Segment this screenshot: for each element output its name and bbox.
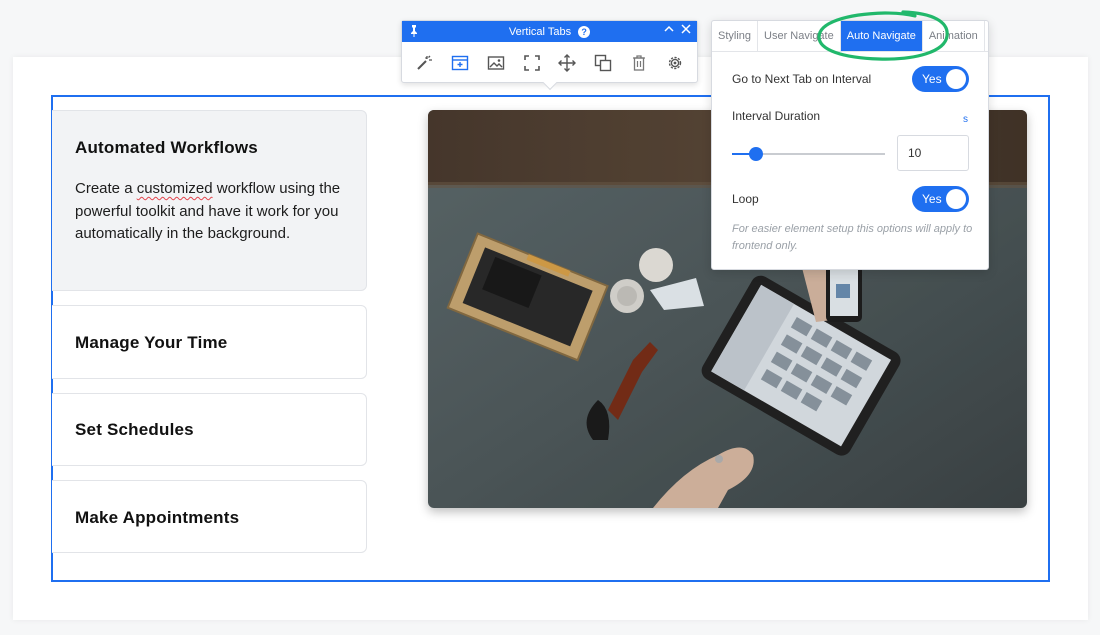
gear-icon[interactable] <box>664 52 686 74</box>
collapse-icon[interactable] <box>664 24 674 37</box>
interval-input[interactable] <box>897 135 969 171</box>
close-icon[interactable] <box>681 24 691 37</box>
toggle-text: Yes <box>922 192 942 206</box>
tab-animation[interactable]: Animation <box>923 21 985 51</box>
tab-title: Make Appointments <box>75 508 240 527</box>
tab-title: Automated Workflows <box>75 138 258 157</box>
toggle-text: Yes <box>922 72 942 86</box>
duplicate-icon[interactable] <box>592 52 614 74</box>
help-icon[interactable]: ? <box>578 25 591 38</box>
tab-automated-workflows[interactable]: Automated Workflows Create a customized … <box>52 110 367 291</box>
tab-styling[interactable]: Styling <box>712 21 759 51</box>
pin-icon[interactable] <box>409 25 419 40</box>
interval-label: Interval Duration <box>732 109 821 123</box>
frontend-note: For easier element setup this options wi… <box>732 223 973 252</box>
tab-description: Create a customized workflow using the p… <box>75 180 341 242</box>
next-tab-label: Go to Next Tab on Interval <box>732 72 872 86</box>
add-tab-icon[interactable] <box>449 52 471 74</box>
fullscreen-icon[interactable] <box>521 52 543 74</box>
magic-wand-icon[interactable] <box>413 52 435 74</box>
interval-unit[interactable]: s <box>963 114 968 125</box>
loop-toggle[interactable]: Yes <box>912 186 969 212</box>
tab-title: Manage Your Time <box>75 333 228 352</box>
tab-user-navigate[interactable]: User Navigate <box>758 21 841 51</box>
settings-panel: Styling User Navigate Auto Navigate Anim… <box>711 20 989 270</box>
settings-tabs: Styling User Navigate Auto Navigate Anim… <box>712 21 988 52</box>
image-icon[interactable] <box>485 52 507 74</box>
element-toolbar: Vertical Tabs ? <box>401 20 698 91</box>
tab-title: Set Schedules <box>75 420 194 439</box>
loop-label: Loop <box>732 192 759 206</box>
toggle-knob <box>946 189 966 209</box>
spellcheck-word: customized <box>136 180 213 197</box>
interval-slider[interactable] <box>732 147 885 161</box>
next-tab-toggle[interactable]: Yes <box>912 66 969 92</box>
tab-manage-your-time[interactable]: Manage Your Time <box>52 305 367 379</box>
tab-set-schedules[interactable]: Set Schedules <box>52 393 367 466</box>
slider-thumb[interactable] <box>749 147 764 161</box>
toggle-knob <box>946 69 966 89</box>
tab-make-appointments[interactable]: Make Appointments <box>52 480 367 553</box>
tab-auto-navigate[interactable]: Auto Navigate <box>840 21 923 51</box>
toolbar-title: Vertical Tabs <box>508 25 572 38</box>
move-icon[interactable] <box>556 52 578 74</box>
toolbar-header[interactable]: Vertical Tabs ? <box>402 21 697 42</box>
trash-icon[interactable] <box>628 52 650 74</box>
